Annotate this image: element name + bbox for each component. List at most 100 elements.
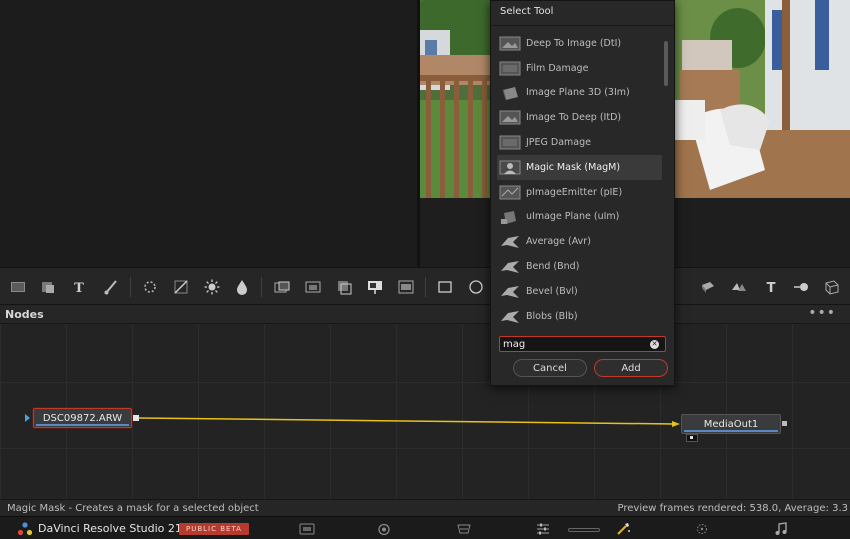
node-input-arrow [25,414,30,422]
tool-list-item[interactable]: Image Plane 3D (3Im) [497,81,662,106]
tool-description-text: Magic Mask - Creates a mask for a select… [7,503,259,514]
merge-tool-icon[interactable] [271,276,293,298]
tool-name: Bevel (Bvl) [526,285,578,297]
left-viewer[interactable] [0,0,417,267]
tool-list-item[interactable]: Blobs (Blb) [497,304,662,329]
node-editor-canvas[interactable]: DSC09872.ARW MediaOut1 [0,324,850,499]
svg-text:T: T [767,281,776,296]
toolbar-separator [425,277,426,297]
plane-3d-icon [501,210,516,224]
toolbar-separator [261,277,262,297]
node-output-port[interactable] [133,415,139,421]
warp-icon [501,285,519,298]
node-label: DSC09872.ARW [42,412,123,424]
tool-list-item[interactable]: Image To Deep (ItD) [497,105,662,130]
tool-search-input[interactable] [499,336,666,352]
node-output-port[interactable] [782,421,787,426]
tool-name: Film Damage [526,62,589,74]
tool-name: Blobs (Blb) [526,310,578,322]
paint-tool-icon[interactable] [37,276,59,298]
background-tool-icon[interactable] [7,276,29,298]
nodes-panel-header: Nodes ••• [0,305,850,324]
drop-tool-icon[interactable] [231,276,253,298]
color-page-icon[interactable] [534,521,552,536]
image-icon [499,110,521,125]
connection-arrow [672,421,680,427]
warp-icon [501,261,519,274]
select-tool-dialog: Select Tool Deep To Image (DtI) Film Dam… [490,0,675,386]
toolbar-separator [130,277,131,297]
mask-icon [499,160,521,175]
tool-name: Bend (Bnd) [526,261,580,273]
tool-list-item[interactable]: pImageEmitter (pIE) [497,180,662,205]
tool-list-item[interactable]: uImage Plane (uIm) [497,205,662,230]
image-icon [499,36,521,51]
media-page-icon[interactable] [298,521,316,536]
cancel-button[interactable]: Cancel [513,359,587,377]
loader-node[interactable]: DSC09872.ARW [33,408,132,428]
text-tool-icon[interactable]: T [68,276,90,298]
shape3d-tool-icon[interactable] [697,276,719,298]
page-navigation-bar: DaVinci Resolve Studio 21 PUBLIC BETA [0,516,850,539]
tool-list-item[interactable]: Bevel (Bvl) [497,279,662,304]
fusion-page-indicator [568,528,600,532]
tool-list-item[interactable]: Deep To Image (DtI) [497,31,662,56]
renderer3d-tool-icon[interactable] [820,276,842,298]
svg-text:T: T [74,281,84,296]
letterbox-tool-icon[interactable] [395,276,417,298]
app-name: DaVinci Resolve Studio 21 [38,522,182,535]
nodes-options-button[interactable]: ••• [808,305,836,321]
node-input-port[interactable] [686,434,698,442]
brightness-tool-icon[interactable] [201,276,223,298]
fusion-page-icon[interactable] [614,521,632,536]
image-icon [499,135,521,150]
merge3d-tool-icon[interactable] [728,276,750,298]
tool-name: Deep To Image (DtI) [526,37,622,49]
mediaout-node[interactable]: MediaOut1 [681,414,781,434]
resize-tool-icon[interactable] [364,276,386,298]
edit-page-icon[interactable] [455,521,473,536]
tool-list-item[interactable]: Film Damage [497,56,662,81]
tool-list-item-selected[interactable]: Magic Mask (MagM) [497,154,662,180]
tool-name: Image Plane 3D (3Im) [526,87,630,99]
nodes-panel-title: Nodes [5,308,44,321]
public-beta-badge: PUBLIC BETA [179,523,249,535]
curve-tool-icon[interactable] [170,276,192,298]
text3d-tool-icon[interactable]: T [760,276,782,298]
crop-tool-icon[interactable] [333,276,355,298]
ellipse-mask-icon[interactable] [465,276,487,298]
node-label: MediaOut1 [703,418,759,430]
tool-toolbar: T T [0,267,850,305]
warp-icon [501,236,519,249]
tool-name: Image To Deep (ItD) [526,112,622,124]
tool-list-scrollbar[interactable] [664,41,668,86]
davinci-logo-icon [17,522,33,536]
particle-icon [499,185,521,200]
tool-list-item[interactable]: Bend (Bnd) [497,254,662,279]
warp-icon [501,310,519,323]
tool-name: uImage Plane (uIm) [526,211,620,223]
deliver-page-icon[interactable] [772,521,790,536]
rectangle-mask-icon[interactable] [434,276,456,298]
dialog-title: Select Tool [500,6,554,17]
image-icon [499,61,521,76]
tool-name: pImageEmitter (pIE) [526,186,623,198]
tool-name: Average (Avr) [526,236,591,248]
tool-list-item[interactable]: JPEG Damage [497,130,662,155]
camera3d-tool-icon[interactable] [790,276,812,298]
tool-name: Magic Mask (MagM) [526,161,621,173]
fairlight-page-icon[interactable] [693,521,711,536]
clear-search-icon[interactable]: ✕ [650,340,659,349]
status-bar: Magic Mask - Creates a mask for a select… [0,499,850,516]
plane-3d-icon [502,86,518,100]
tool-name: JPEG Damage [526,137,592,149]
add-button[interactable]: Add [594,359,668,377]
particles-tool-icon[interactable] [139,276,161,298]
transform-tool-icon[interactable] [302,276,324,298]
cut-page-icon[interactable] [375,521,393,536]
dialog-divider [491,25,674,26]
connection-line [137,417,676,425]
brush-tool-icon[interactable] [100,276,122,298]
render-status-text: Preview frames rendered: 538.0, Average:… [617,503,848,514]
tool-list-item[interactable]: Average (Avr) [497,229,662,254]
